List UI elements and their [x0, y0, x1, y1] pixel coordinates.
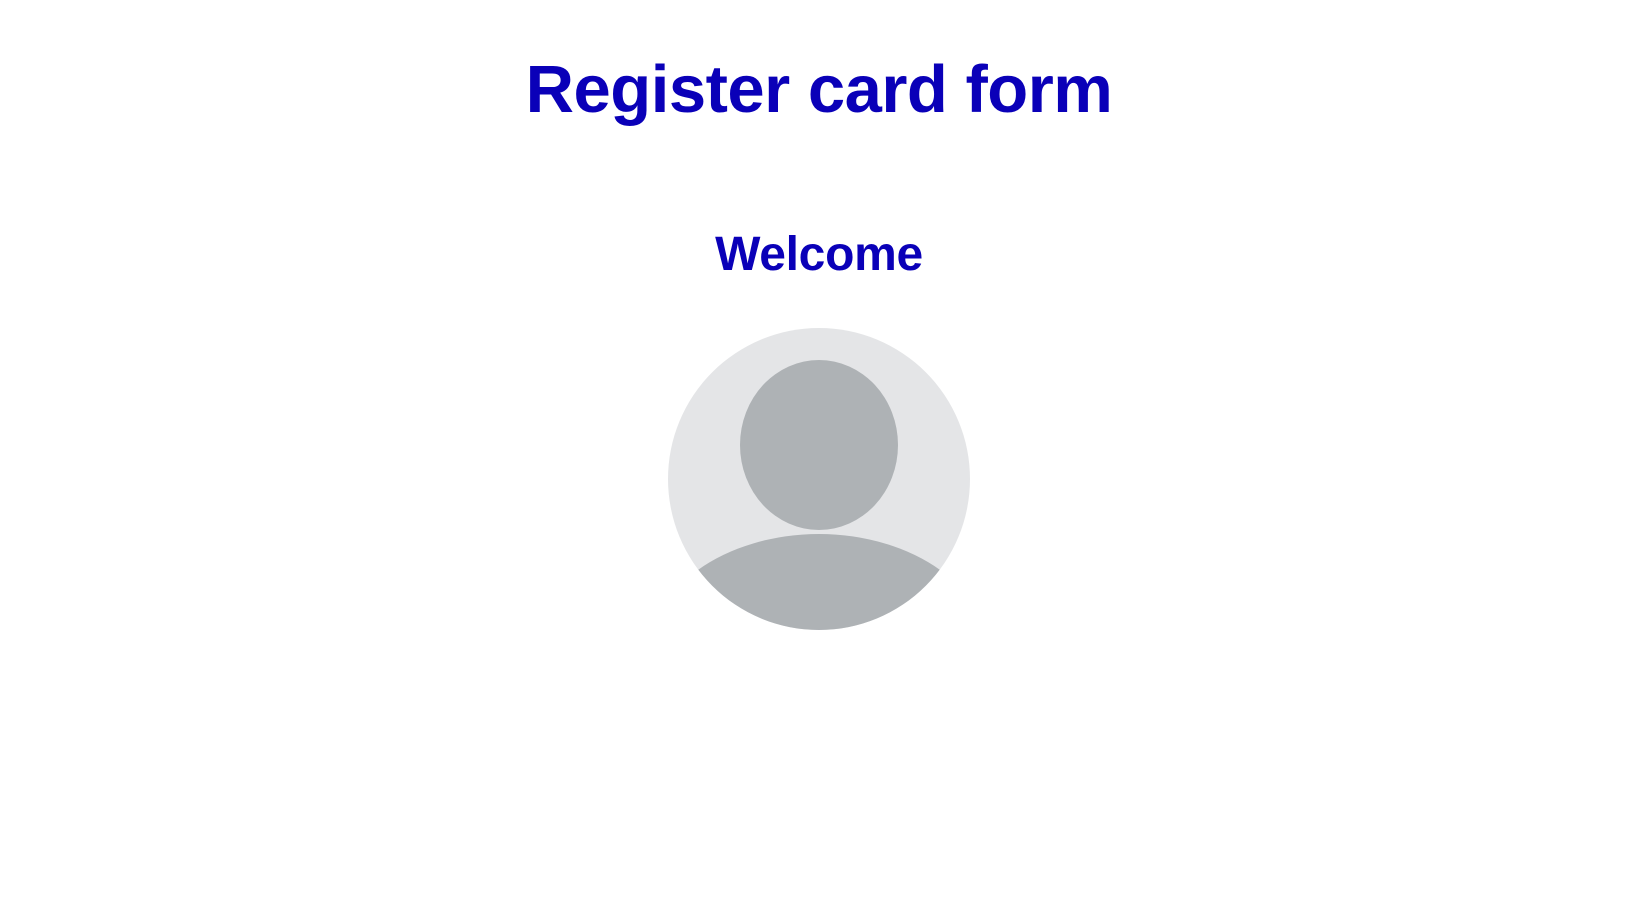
page-title: Register card form — [525, 52, 1113, 127]
register-card-page: Register card form Welcome — [0, 0, 1638, 908]
avatar-head — [740, 360, 898, 530]
user-avatar-placeholder-icon — [668, 328, 970, 630]
welcome-heading: Welcome — [715, 228, 923, 281]
